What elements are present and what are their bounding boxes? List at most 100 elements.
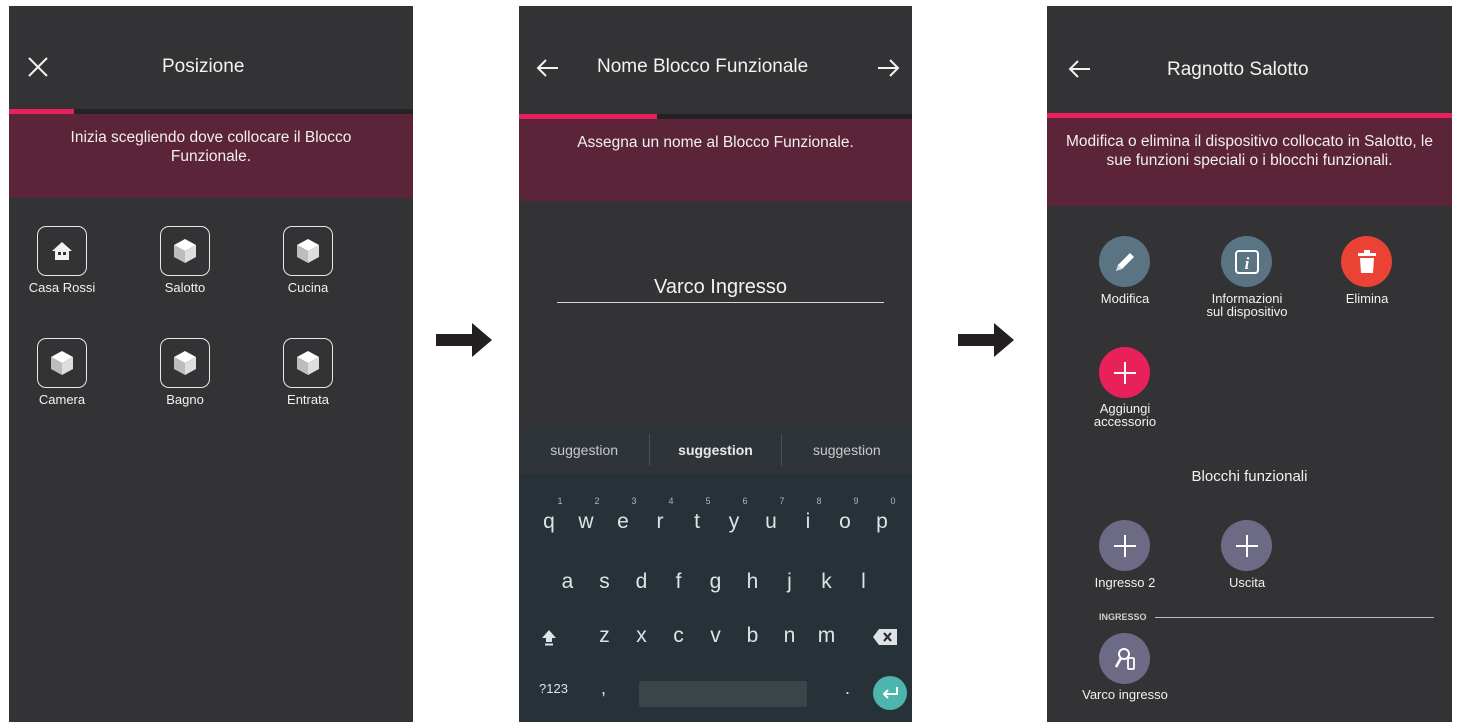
block-label: Ingresso 2 — [1094, 575, 1156, 590]
edit-button[interactable] — [1099, 236, 1150, 287]
location-label: Casa Rossi — [28, 280, 96, 295]
cube-icon — [283, 338, 333, 388]
key-a[interactable]: a — [549, 562, 586, 602]
key-q[interactable]: q1 — [531, 496, 568, 542]
location-label: Bagno — [166, 392, 204, 407]
key-c[interactable]: c — [660, 616, 697, 656]
info-button[interactable]: i — [1221, 236, 1272, 287]
add-block-uscita-button[interactable] — [1221, 520, 1272, 571]
plus-icon — [1113, 361, 1136, 384]
banner-text: Assegna un nome al Blocco Funzionale. — [577, 134, 854, 151]
key-number-hint: 1 — [557, 496, 563, 506]
location-camera[interactable]: Camera — [22, 338, 102, 407]
back-arrow-icon[interactable] — [1065, 54, 1095, 84]
key-number-hint: 0 — [890, 496, 896, 506]
suggestion-left[interactable]: suggestion — [519, 426, 649, 474]
plus-icon — [1235, 534, 1258, 557]
key-o[interactable]: o9 — [827, 496, 864, 542]
keyboard-row-3: zxcvbnm — [519, 616, 912, 656]
suggestion-bar: suggestion suggestion suggestion — [519, 426, 912, 474]
cube-icon — [37, 338, 87, 388]
shift-icon[interactable] — [531, 619, 567, 655]
key-g[interactable]: g — [697, 562, 734, 602]
location-label: Salotto — [164, 280, 206, 295]
plus-icon — [1113, 534, 1136, 557]
key-p[interactable]: p0 — [864, 496, 901, 542]
key-number-hint: 4 — [668, 496, 674, 506]
instruction-banner: Inizia scegliendo dove collocare il Bloc… — [9, 114, 413, 198]
key-n[interactable]: n — [771, 616, 808, 656]
key-l[interactable]: l — [845, 562, 882, 602]
trash-icon — [1357, 249, 1376, 273]
key-i[interactable]: i8 — [790, 496, 827, 542]
location-casa-rossi[interactable]: Casa Rossi — [22, 226, 102, 295]
key-letter: w — [578, 510, 594, 533]
key-f[interactable]: f — [660, 562, 697, 602]
soft-keyboard: suggestion suggestion suggestion q1w2e3r… — [519, 426, 912, 722]
key-number-hint: 9 — [853, 496, 859, 506]
key-letter: o — [839, 510, 851, 533]
key-t[interactable]: t5 — [679, 496, 716, 542]
key-number-hint: 8 — [816, 496, 822, 506]
key-w[interactable]: w2 — [568, 496, 605, 542]
cube-icon — [160, 226, 210, 276]
key-letter: y — [728, 510, 740, 533]
cube-icon — [283, 226, 333, 276]
location-salotto[interactable]: Salotto — [145, 226, 225, 295]
cube-icon — [160, 338, 210, 388]
instruction-banner: Assegna un nome al Blocco Funzionale. — [519, 119, 912, 201]
add-accessory-button[interactable] — [1099, 347, 1150, 398]
delete-button[interactable] — [1341, 236, 1392, 287]
location-entrata[interactable]: Entrata — [268, 338, 348, 407]
key-d[interactable]: d — [623, 562, 660, 602]
add-accessory-label: Aggiungi accessorio — [1083, 402, 1167, 428]
period-key[interactable]: . — [845, 678, 850, 699]
key-z[interactable]: z — [586, 616, 623, 656]
comma-key[interactable]: , — [601, 678, 606, 699]
location-label: Camera — [38, 392, 86, 407]
key-k[interactable]: k — [808, 562, 845, 602]
suggestion-center[interactable]: suggestion — [650, 426, 780, 474]
key-v[interactable]: v — [697, 616, 734, 656]
block-label: Varco ingresso — [1082, 687, 1168, 702]
key-y[interactable]: y6 — [716, 496, 753, 542]
info-label-line2: sul dispositivo — [1206, 304, 1288, 319]
key-e[interactable]: e3 — [605, 496, 642, 542]
info-label: Informazioni sul dispositivo — [1187, 292, 1307, 318]
banner-text: Modifica o elimina il dispositivo colloc… — [1065, 133, 1433, 169]
location-cucina[interactable]: Cucina — [268, 226, 348, 295]
block-name-input[interactable]: Varco Ingresso — [557, 276, 884, 303]
key-letter: p — [876, 510, 888, 533]
page-title: Ragnotto Salotto — [1167, 59, 1309, 80]
key-s[interactable]: s — [586, 562, 623, 602]
space-bar[interactable] — [639, 681, 807, 707]
add-block-ingresso-2-button[interactable] — [1099, 520, 1150, 571]
key-u[interactable]: u7 — [753, 496, 790, 542]
close-icon[interactable] — [23, 52, 53, 82]
key-h[interactable]: h — [734, 562, 771, 602]
key-number-hint: 7 — [779, 496, 785, 506]
key-r[interactable]: r4 — [642, 496, 679, 542]
back-arrow-icon[interactable] — [533, 53, 563, 83]
location-label: Cucina — [287, 280, 329, 295]
delete-label: Elimina — [1345, 291, 1389, 306]
symbols-key[interactable]: ?123 — [539, 681, 568, 696]
screen-block-name: Nome Blocco Funzionale Assegna un nome a… — [519, 6, 912, 722]
forward-arrow-icon[interactable] — [873, 53, 903, 83]
page-title: Nome Blocco Funzionale — [597, 56, 809, 77]
location-bagno[interactable]: Bagno — [145, 338, 225, 407]
key-x[interactable]: x — [623, 616, 660, 656]
enter-icon[interactable] — [873, 676, 907, 710]
key-j[interactable]: j — [771, 562, 808, 602]
flow-arrow-icon — [436, 323, 492, 362]
keyboard-row-2: asdfghjkl — [519, 562, 912, 602]
suggestion-right[interactable]: suggestion — [782, 426, 912, 474]
banner-text: Inizia scegliendo dove collocare il Bloc… — [70, 129, 352, 165]
header: Posizione — [9, 6, 413, 108]
key-m[interactable]: m — [808, 616, 845, 656]
backspace-icon[interactable] — [865, 619, 905, 655]
key-letter: q — [543, 510, 555, 533]
block-varco-ingresso-button[interactable] — [1099, 633, 1150, 684]
key-b[interactable]: b — [734, 616, 771, 656]
key-number-hint: 6 — [742, 496, 748, 506]
